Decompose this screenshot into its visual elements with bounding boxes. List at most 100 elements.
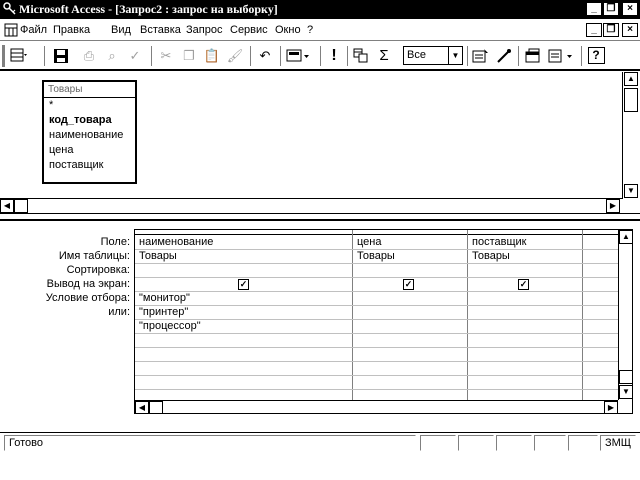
scroll-thumb[interactable] (624, 88, 638, 112)
preview-icon[interactable]: ⌕ (101, 45, 123, 67)
doc-restore-button[interactable]: ❐ (603, 23, 619, 37)
menu-help[interactable]: ? (307, 24, 313, 36)
menu-view[interactable]: Вид (111, 24, 131, 36)
scroll-up-icon[interactable]: ▲ (619, 230, 632, 244)
toolbar-separator (280, 46, 282, 66)
scroll-left-icon[interactable]: ◀ (135, 401, 149, 413)
scroll-corner (618, 400, 632, 413)
cut-icon[interactable]: ✂ (155, 45, 177, 67)
grid-sort-cell[interactable] (135, 264, 352, 278)
menu-edit[interactable]: Правка (53, 24, 90, 36)
restore-button[interactable]: ❐ (603, 2, 619, 16)
grid-criteria-cell[interactable]: "монитор" (135, 292, 352, 306)
scroll-up-icon[interactable]: ▲ (624, 72, 638, 86)
table-field-list[interactable]: Товары * код_товара наименование цена по… (42, 80, 137, 184)
copy-icon[interactable]: ❐ (178, 45, 200, 67)
doc-close-button[interactable]: × (622, 23, 638, 37)
grid-field-cell[interactable]: цена (353, 236, 467, 250)
grid-table-cell[interactable]: Товары (135, 250, 352, 264)
toolbar-separator (581, 46, 583, 66)
field-list-item[interactable]: цена (44, 143, 135, 158)
grid-field-cell[interactable]: наименование (135, 236, 352, 250)
grid-table-cell[interactable]: Товары (468, 250, 582, 264)
field-list-item[interactable]: поставщик (44, 158, 135, 173)
spelling-icon[interactable]: ✓ (124, 45, 146, 67)
view-icon[interactable] (8, 45, 30, 67)
new-object-icon[interactable] (545, 45, 577, 67)
table-field-list-title[interactable]: Товары (44, 82, 135, 98)
query-type-icon[interactable] (284, 45, 314, 67)
help-icon[interactable]: ? (585, 45, 607, 67)
grid-or-cell[interactable]: "процессор" (135, 320, 352, 334)
query-document-icon[interactable] (4, 23, 18, 37)
field-list-item[interactable]: наименование (44, 128, 135, 143)
upper-horizontal-scrollbar[interactable]: ◀ ▶ (0, 198, 622, 213)
row-label-field: Поле: (100, 236, 130, 248)
show-checkbox[interactable]: ✓ (518, 279, 529, 290)
chevron-down-icon[interactable]: ▼ (448, 47, 462, 64)
totals-icon[interactable]: Σ (373, 45, 395, 67)
scroll-thumb[interactable] (14, 199, 28, 213)
menu-tools[interactable]: Сервис (230, 24, 268, 36)
grid-sort-cell[interactable] (353, 264, 467, 278)
menu-window[interactable]: Окно (275, 24, 301, 36)
grid-criteria-cell[interactable] (353, 292, 467, 306)
row-label-show: Вывод на экран: (46, 278, 130, 290)
show-table-icon[interactable] (350, 45, 372, 67)
grid-sort-cell[interactable] (468, 264, 582, 278)
grid-or-cell[interactable]: "принтер" (135, 306, 352, 320)
scroll-down-icon[interactable]: ▼ (619, 385, 632, 399)
status-panel (496, 435, 532, 451)
show-checkbox[interactable]: ✓ (403, 279, 414, 290)
build-icon[interactable] (493, 45, 515, 67)
pane-splitter[interactable] (0, 213, 640, 221)
menu-insert[interactable]: Вставка (140, 24, 181, 36)
undo-icon[interactable]: ↶ (254, 45, 276, 67)
format-painter-icon[interactable]: 🖌 (224, 45, 246, 67)
properties-icon[interactable] (470, 45, 492, 67)
minimize-button[interactable]: _ (586, 2, 602, 16)
top-values-combo[interactable]: Все ▼ (403, 46, 463, 65)
grid-criteria-cell[interactable] (468, 292, 582, 306)
menu-bar: Файл Правка Вид Вставка Запрос Сервис Ок… (0, 19, 640, 41)
row-divider (135, 389, 618, 390)
toolbar-separator (518, 46, 520, 66)
run-icon[interactable]: ! (323, 45, 345, 67)
save-icon[interactable] (50, 45, 72, 67)
status-panel (458, 435, 494, 451)
show-checkbox[interactable]: ✓ (238, 279, 249, 290)
toolbar-separator (44, 46, 46, 66)
column-selector-bar[interactable] (135, 230, 632, 235)
scroll-left-icon[interactable]: ◀ (0, 199, 14, 213)
grid-field-cell[interactable]: поставщик (468, 236, 582, 250)
toolbar-separator (467, 46, 469, 66)
field-list-item[interactable]: * (44, 98, 135, 113)
grid-table-cell[interactable]: Товары (353, 250, 467, 264)
status-message: Готово (4, 435, 416, 451)
window-title: Microsoft Access - [Запрос2 : запрос на … (19, 2, 278, 16)
menu-file[interactable]: Файл (20, 24, 47, 36)
close-button[interactable]: × (622, 2, 638, 16)
scroll-right-icon[interactable]: ▶ (606, 199, 620, 213)
row-divider (135, 347, 618, 348)
upper-vertical-scrollbar[interactable]: ▲ ▼ (622, 72, 638, 199)
paste-icon[interactable]: 📋 (201, 45, 223, 67)
database-window-icon[interactable] (522, 45, 544, 67)
grid-vertical-scrollbar[interactable]: ▲ ▼ (618, 230, 632, 400)
toolbar-separator (250, 46, 252, 66)
scroll-right-icon[interactable]: ▶ (604, 401, 618, 413)
scroll-thumb[interactable] (149, 401, 163, 413)
field-list-item-key[interactable]: код_товара (44, 113, 135, 128)
status-indicator: ЗМЩ (600, 435, 636, 451)
doc-minimize-button[interactable]: _ (586, 23, 602, 37)
scroll-down-icon[interactable]: ▼ (624, 184, 638, 198)
design-grid[interactable]: наименование Товары ✓ "монитор" "принтер… (134, 229, 633, 414)
grid-horizontal-scrollbar[interactable]: ◀ ▶ (135, 400, 618, 413)
print-icon[interactable]: ⎙ (78, 45, 100, 67)
row-label-criteria: Условие отбора: (45, 292, 130, 304)
scroll-thumb[interactable] (619, 370, 632, 384)
row-label-sort: Сортировка: (66, 264, 130, 276)
row-divider (135, 361, 618, 362)
access-key-icon[interactable] (3, 2, 17, 16)
menu-query[interactable]: Запрос (186, 24, 222, 36)
